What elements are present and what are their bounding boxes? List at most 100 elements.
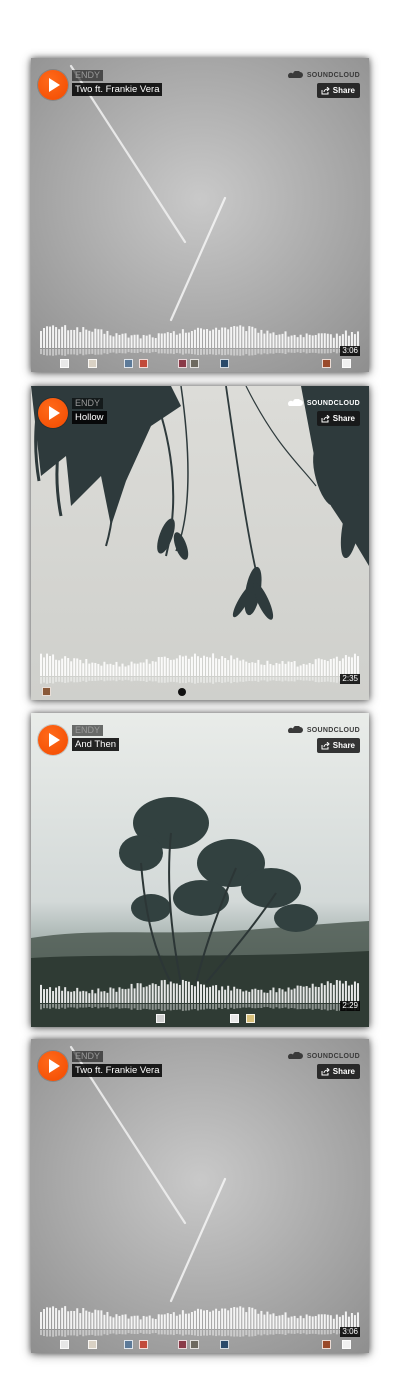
track-title[interactable]: Hollow [72,411,107,424]
waveform-bar [169,1314,172,1329]
waveform-bar [130,1316,133,1329]
comment-avatar[interactable] [60,359,69,368]
waveform-reflection [190,677,193,683]
comment-avatar[interactable] [220,359,229,368]
play-button[interactable] [38,725,68,755]
waveform-reflection [278,1004,281,1009]
artist-name[interactable]: ENDY [72,398,104,409]
waveform[interactable] [40,977,360,1013]
waveform-reflection [94,677,97,681]
play-button[interactable] [38,1051,68,1081]
comment-avatar[interactable] [342,1340,351,1349]
soundcloud-brand[interactable]: SOUNDCLOUD [287,1052,360,1060]
waveform-reflection [317,677,320,683]
waveform-bar [263,992,266,1003]
comment-avatar[interactable] [60,1340,69,1349]
waveform[interactable] [40,650,360,686]
waveform-bar [175,334,178,348]
comment-avatar[interactable] [322,359,331,368]
comment-avatar[interactable] [88,359,97,368]
waveform-bar [106,992,109,1003]
soundcloud-brand[interactable]: SOUNDCLOUD [287,399,360,407]
waveform-bar [55,659,58,676]
waveform-reflection [272,1004,275,1009]
waveform-reflection [320,349,323,354]
comment-avatar[interactable] [246,1014,255,1023]
artist-name[interactable]: ENDY [72,1051,104,1062]
waveform-bar [73,1310,76,1329]
comment-avatar[interactable] [178,359,187,368]
track-title[interactable]: And Then [72,738,120,751]
waveform-bar [106,1311,109,1329]
waveform-reflection [257,1330,260,1335]
comment-avatar[interactable] [190,1340,199,1349]
waveform-reflection [290,349,293,353]
waveform-bar [163,1314,166,1329]
waveform-reflection [296,1004,299,1010]
comment-avatar[interactable] [342,359,351,368]
waveform-reflection [335,349,338,354]
share-button[interactable]: Share [316,83,360,98]
waveform[interactable] [40,322,360,358]
waveform-reflection [133,349,136,353]
track-title[interactable]: Two ft. Frankie Vera [72,83,163,96]
comment-avatar[interactable] [139,359,148,368]
waveform-reflection [151,1330,154,1334]
waveform-reflection [136,677,139,681]
waveform-bar [43,657,46,676]
playhead-marker[interactable] [178,688,186,696]
comment-avatar[interactable] [42,687,51,696]
play-button[interactable] [38,70,68,100]
share-button[interactable]: Share [316,411,360,426]
waveform-reflection [329,349,332,354]
waveform-reflection [254,1330,257,1336]
track-title[interactable]: Two ft. Frankie Vera [72,1064,163,1077]
waveform-bar [308,663,311,676]
waveform-bar [302,1318,305,1329]
share-button[interactable]: Share [316,738,360,753]
waveform-bar [293,661,296,676]
waveform-bar [242,1307,245,1329]
waveform-reflection [193,349,196,355]
waveform-bar [242,326,245,348]
comment-avatar[interactable] [88,1340,97,1349]
soundcloud-brand[interactable]: SOUNDCLOUD [287,726,360,734]
play-button[interactable] [38,398,68,428]
waveform-bar [148,334,151,348]
comment-avatar[interactable] [156,1014,165,1023]
waveform-bar [142,987,145,1003]
comment-avatar[interactable] [124,1340,133,1349]
waveform-bar [305,664,308,676]
waveform-reflection [332,1004,335,1010]
waveform-reflection [163,1330,166,1335]
comment-avatar[interactable] [139,1340,148,1349]
waveform-bar [248,326,251,348]
soundcloud-brand[interactable]: SOUNDCLOUD [287,71,360,79]
waveform-bar [103,1314,106,1329]
comment-avatar[interactable] [190,359,199,368]
waveform[interactable] [40,1303,360,1339]
comment-avatar[interactable] [322,1340,331,1349]
waveform-reflection [130,677,133,682]
waveform-reflection [305,1004,308,1010]
artist-name[interactable]: ENDY [72,725,104,736]
comment-avatar[interactable] [230,1014,239,1023]
waveform-bar [224,989,227,1003]
waveform-reflection [335,1330,338,1335]
comment-avatar[interactable] [220,1340,229,1349]
waveform-reflection [221,677,224,683]
waveform-bar [248,1307,251,1329]
waveform-bar [254,662,257,676]
waveform-reflection [82,349,85,356]
comment-avatar[interactable] [124,359,133,368]
waveform-reflection [209,349,212,355]
waveform-bar [320,983,323,1003]
artist-name[interactable]: ENDY [72,70,104,81]
waveform-bar [209,1311,212,1329]
waveform-bar [335,656,338,676]
waveform-reflection [314,349,317,353]
share-button[interactable]: Share [316,1064,360,1079]
waveform-bar [154,661,157,676]
waveform-bar [181,1310,184,1329]
comment-avatar[interactable] [178,1340,187,1349]
